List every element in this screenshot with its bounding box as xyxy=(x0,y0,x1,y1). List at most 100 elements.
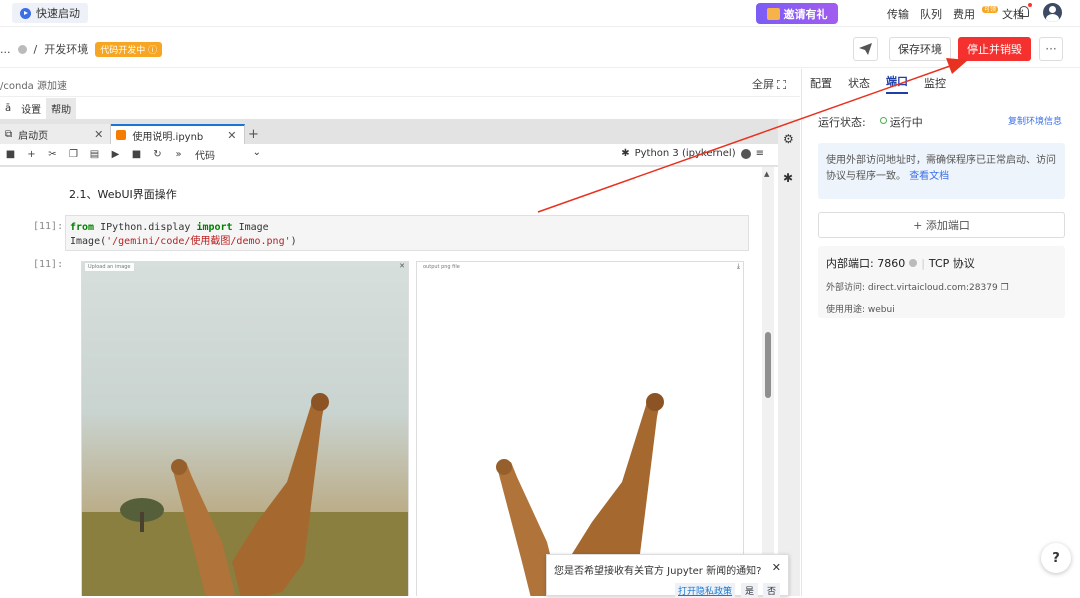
help-button[interactable]: ? xyxy=(1041,543,1071,573)
save-icon[interactable]: ■ xyxy=(0,149,21,160)
paper-plane-icon xyxy=(859,43,872,55)
menu-item-view[interactable]: ā xyxy=(0,100,16,117)
stop-icon[interactable]: ■ xyxy=(126,149,147,160)
input-image-panel: Upload an image ✕ xyxy=(81,261,409,596)
tab-status[interactable]: 状态 xyxy=(848,75,870,91)
nav-queue[interactable]: 队列 xyxy=(920,6,942,22)
send-button[interactable] xyxy=(853,37,878,61)
divider: | xyxy=(921,256,925,270)
avatar[interactable] xyxy=(1043,3,1062,22)
right-panel: 配置 状态 端口 监控 运行状态: 运行中 复制环境信息 使用外部访问地址时，需… xyxy=(801,69,1080,596)
run-status: 运行状态: 运行中 复制环境信息 xyxy=(818,114,1078,130)
left-pane: /conda 源加速 全屏 ā 设置 帮助 ⧉ 启动页 ✕ 使用说明.ipynb… xyxy=(0,69,800,596)
stop-destroy-button[interactable]: 停止并销毁 xyxy=(958,37,1031,61)
port-protocol: TCP 协议 xyxy=(928,257,975,270)
fullscreen-button[interactable]: 全屏 xyxy=(752,76,786,92)
cell-type-value: 代码 xyxy=(195,151,215,162)
save-env-button[interactable]: 保存环境 xyxy=(889,37,951,61)
bell-icon[interactable] xyxy=(1019,3,1032,17)
tab-notebook-label: 使用说明.ipynb xyxy=(132,131,204,143)
tab-launcher-label: 启动页 xyxy=(18,130,49,142)
notebook-area: 2.1、WebUI界面操作 [11]: from IPython.display… xyxy=(0,167,778,596)
notification-message: 您是否希望接收有关官方 Jupyter 新闻的通知? xyxy=(554,566,762,577)
add-cell-icon[interactable]: + xyxy=(21,149,42,160)
call-pre: Image( xyxy=(70,236,107,247)
menu-item-settings[interactable]: 设置 xyxy=(16,98,46,119)
import-name: Image xyxy=(232,222,269,233)
invite-button[interactable]: 邀请有礼 xyxy=(756,3,838,24)
conda-label[interactable]: /conda 源加速 xyxy=(0,77,67,92)
nav-fee-label: 费用 xyxy=(952,8,975,21)
top-nav: 传输 队列 费用 可领 文档 xyxy=(887,6,1024,22)
output-image-panel: output png file ⤓ xyxy=(416,261,744,596)
add-port-button[interactable]: + 添加端口 xyxy=(818,212,1065,238)
dev-status-tag: 代码开发中 ⓘ xyxy=(95,41,163,57)
status-label: 运行状态: xyxy=(818,116,866,129)
cut-icon[interactable]: ✂ xyxy=(42,149,63,160)
scrollbar-thumb[interactable] xyxy=(765,332,771,398)
external-access-text: 外部访问: direct.virtaicloud.com:28379 xyxy=(826,283,998,293)
module-name: IPython.display xyxy=(94,222,197,233)
conda-bar: /conda 源加速 全屏 xyxy=(0,69,800,97)
property-sidebar: ⚙ ✱ xyxy=(778,119,800,596)
kw-import: import xyxy=(196,222,233,233)
fast-forward-icon[interactable]: » xyxy=(168,149,189,160)
quick-start-button[interactable]: 快速启动 xyxy=(12,3,88,23)
right-tabs: 配置 状态 端口 监控 xyxy=(802,69,1080,97)
copy-icon[interactable]: ❐ xyxy=(63,149,84,160)
jupyter-news-notification: 您是否希望接收有关官方 Jupyter 新闻的通知? ✕ 打开隐私政策 是 否 xyxy=(546,554,789,598)
paste-icon[interactable]: ▤ xyxy=(84,149,105,160)
input-prompt: [11]: xyxy=(33,221,64,232)
run-icon[interactable]: ▶ xyxy=(105,149,126,160)
running-dot-icon xyxy=(879,117,887,124)
port-line: 内部端口: 7860 | TCP 协议 xyxy=(826,255,1057,271)
copy-icon[interactable]: ❐ xyxy=(1001,283,1009,293)
tab-notebook[interactable]: 使用说明.ipynb ✕ xyxy=(111,124,245,144)
env-name: 开发环境 xyxy=(44,43,89,56)
tab-launcher[interactable]: ⧉ 启动页 ✕ xyxy=(0,124,112,144)
kernel-name: Python 3 (ipykernel) xyxy=(634,148,736,159)
internal-port: 内部端口: 7860 xyxy=(826,257,906,270)
close-icon[interactable]: ✕ xyxy=(94,128,103,141)
new-tab-button[interactable]: + xyxy=(245,124,263,144)
debugger-icon[interactable]: ✱ xyxy=(783,171,793,185)
giraffe-photo xyxy=(82,393,408,596)
status-value: 运行中 xyxy=(889,116,923,129)
nav-transfer[interactable]: 传输 xyxy=(887,6,909,22)
kernel-indicator[interactable]: ✱ Python 3 (ipykernel) ≡ xyxy=(621,148,764,159)
invite-label: 邀请有礼 xyxy=(783,7,828,21)
port-card: 内部端口: 7860 | TCP 协议 外部访问: direct.virtaic… xyxy=(818,246,1065,318)
menu-item-help[interactable]: 帮助 xyxy=(46,97,77,119)
breadcrumb-prefix[interactable]: ... xyxy=(0,43,11,56)
notebook-toolbar: ■ + ✂ ❐ ▤ ▶ ■ ↻ » 代码 ⌄ ✱ Python 3 (ipyke… xyxy=(0,144,778,166)
fullscreen-label: 全屏 xyxy=(752,78,774,91)
notebook-tabs: ⧉ 启动页 ✕ 使用说明.ipynb ✕ + xyxy=(0,124,263,144)
giraffe-cutout xyxy=(496,393,664,596)
close-icon[interactable]: ✕ xyxy=(772,561,781,574)
tab-ports[interactable]: 端口 xyxy=(886,73,908,94)
scroll-up-icon[interactable]: ▲ xyxy=(764,170,769,178)
close-icon[interactable]: ✕ xyxy=(227,129,236,142)
gift-icon xyxy=(766,7,780,20)
top-bar: 快速启动 邀请有礼 传输 队列 费用 可领 文档 xyxy=(0,0,1080,27)
port-usage: 使用用途: webui xyxy=(826,305,895,315)
call-post: ) xyxy=(290,236,297,247)
notebook-scrollbar[interactable]: ▲ xyxy=(762,167,774,596)
tab-monitor[interactable]: 监控 xyxy=(924,75,946,91)
doc-link[interactable]: 查看文档 xyxy=(909,171,949,182)
code-cell[interactable]: from IPython.display import Image Image(… xyxy=(65,215,749,251)
tab-config[interactable]: 配置 xyxy=(810,75,832,91)
code-line-1: from IPython.display import Image xyxy=(70,221,744,235)
play-icon xyxy=(20,7,31,19)
restart-icon[interactable]: ↻ xyxy=(147,149,168,160)
gear-icon: ✱ xyxy=(621,148,630,159)
kernel-status-icon xyxy=(740,148,751,159)
copy-env-link[interactable]: 复制环境信息 xyxy=(1008,114,1078,130)
nav-fee[interactable]: 费用 可领 xyxy=(952,6,998,22)
cell-type-select[interactable]: 代码 ⌄ xyxy=(195,147,261,162)
property-inspector-icon[interactable]: ⚙ xyxy=(783,132,794,146)
more-button[interactable]: ··· xyxy=(1039,37,1063,61)
menu-icon[interactable]: ≡ xyxy=(756,148,764,159)
markdown-heading: 2.1、WebUI界面操作 xyxy=(69,188,177,201)
jupyter-workspace: ⧉ 启动页 ✕ 使用说明.ipynb ✕ + ■ + ✂ ❐ ▤ ▶ ■ ↻ »… xyxy=(0,119,778,596)
